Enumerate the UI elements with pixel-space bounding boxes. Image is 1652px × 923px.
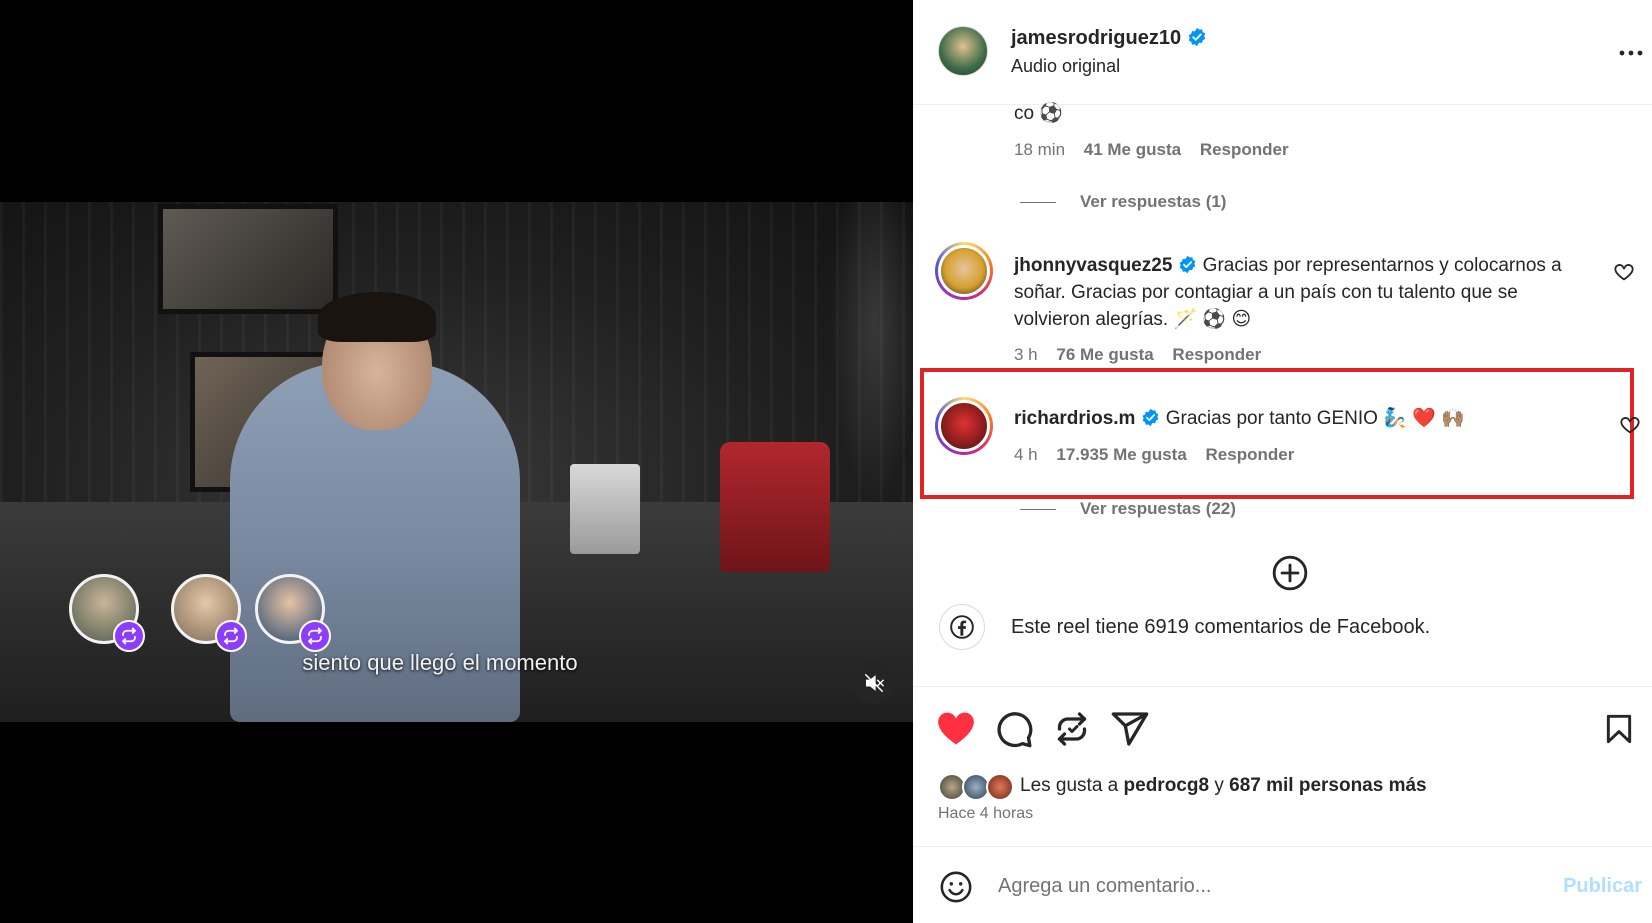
comment-text: Gracias por representarnos y colocarnos … <box>1202 255 1562 276</box>
verified-badge-icon <box>1143 408 1159 427</box>
reposter-avatar[interactable] <box>69 574 145 652</box>
wall-artwork <box>830 202 913 502</box>
video-subtitle: siento que llegó el momento <box>302 650 578 675</box>
lamp <box>570 464 640 554</box>
comment-meta: 18 min 41 Me gusta Responder <box>1014 140 1289 160</box>
post-actions: Les gusta a pedrocg8 y 687 mil personas … <box>913 686 1652 866</box>
comment-bubble-icon[interactable] <box>994 709 1034 749</box>
likes-summary: Les gusta a pedrocg8 y 687 mil personas … <box>1020 775 1427 797</box>
reply-button[interactable]: Responder <box>1200 140 1289 159</box>
comment-body: richardrios.m Gracias por tanto GENIO 🧞 … <box>1014 406 1465 430</box>
reposter-avatar[interactable] <box>255 574 331 652</box>
repost-icon[interactable] <box>1052 709 1092 749</box>
more-horizontal-icon <box>1619 50 1643 56</box>
replies-divider <box>1020 202 1056 203</box>
comment-meta: 3 h 76 Me gusta Responder <box>1014 345 1261 365</box>
comment-body: jhonnyvasquez25 Gracias por representarn… <box>1014 252 1604 333</box>
avatar <box>986 773 1014 801</box>
more-options-button[interactable] <box>1616 38 1646 68</box>
repost-badge <box>113 620 145 652</box>
facebook-icon <box>950 615 974 639</box>
comment-time[interactable]: 18 min <box>1014 140 1065 159</box>
repost-badge <box>215 620 247 652</box>
emoji-smiley-icon[interactable] <box>939 870 973 904</box>
comment-text: soñar. Gracias por contagiar a un país c… <box>1014 282 1518 303</box>
verified-badge-icon <box>1188 27 1206 47</box>
reply-button[interactable]: Responder <box>1172 345 1261 364</box>
facebook-comments-note[interactable]: Este reel tiene 6919 comentarios de Face… <box>1011 616 1430 639</box>
facebook-icon-wrapper <box>939 604 985 650</box>
save-bookmark-icon[interactable] <box>1603 709 1635 749</box>
mute-button[interactable] <box>853 662 895 704</box>
load-more-comments-plus-icon[interactable] <box>1271 554 1309 592</box>
comment-composer: Publicar <box>913 846 1652 923</box>
comment-text: volvieron alegrías. 🪄 ⚽ 😊 <box>1014 309 1252 330</box>
publish-button[interactable]: Publicar <box>1563 875 1642 898</box>
comment-likes[interactable]: 41 Me gusta <box>1084 140 1181 159</box>
wall-photo <box>158 204 338 314</box>
likes-prefix: Les gusta a <box>1020 775 1119 796</box>
commenter-username[interactable]: jhonnyvasquez25 <box>1014 255 1172 276</box>
like-comment-heart-icon[interactable] <box>1619 414 1641 436</box>
comment-likes[interactable]: 17.935 Me gusta <box>1056 445 1186 464</box>
audio-label[interactable]: Audio original <box>1011 56 1120 77</box>
likes-and: y <box>1214 775 1224 796</box>
commenter-avatar[interactable] <box>935 397 993 455</box>
commenter-username[interactable]: richardrios.m <box>1014 408 1135 429</box>
like-comment-heart-icon[interactable] <box>1613 261 1635 283</box>
comment-time[interactable]: 3 h <box>1014 345 1038 364</box>
likes-count[interactable]: 687 mil personas más <box>1229 775 1427 796</box>
repost-icon <box>308 627 322 645</box>
author-avatar[interactable] <box>938 26 988 76</box>
comment-likes[interactable]: 76 Me gusta <box>1056 345 1153 364</box>
comment-meta: 4 h 17.935 Me gusta Responder <box>1014 445 1294 465</box>
red-chair <box>720 442 830 572</box>
repost-icon <box>122 627 136 645</box>
author-username-row: jamesrodriguez10 <box>1011 27 1207 50</box>
view-replies-button[interactable]: Ver respuestas (22) <box>1080 499 1236 519</box>
liker-username[interactable]: pedrocg8 <box>1124 775 1210 796</box>
comment-text: Gracias por tanto GENIO 🧞 ❤️ 🙌🏽 <box>1165 408 1465 429</box>
comment-time[interactable]: 4 h <box>1014 445 1038 464</box>
like-heart-icon[interactable] <box>936 709 976 749</box>
reply-button[interactable]: Responder <box>1206 445 1295 464</box>
view-replies-button[interactable]: Ver respuestas (1) <box>1080 192 1226 212</box>
share-send-icon[interactable] <box>1110 709 1150 749</box>
replies-divider <box>1020 509 1056 510</box>
person-hair <box>318 292 436 342</box>
video-panel[interactable]: siento que llegó el momento <box>0 0 913 923</box>
reposter-avatar[interactable] <box>171 574 247 652</box>
author-username[interactable]: jamesrodriguez10 <box>1011 27 1181 49</box>
post-header: jamesrodriguez10 Audio original <box>913 0 1652 105</box>
comment-text-tail: co ⚽ <box>1014 103 1064 124</box>
highlight-box <box>920 368 1634 499</box>
post-time[interactable]: Hace 4 horas <box>938 805 1033 823</box>
post-side-panel: jamesrodriguez10 Audio original co ⚽ 18 … <box>913 0 1652 923</box>
commenter-avatar[interactable] <box>935 242 993 300</box>
speaker-muted-icon <box>865 674 884 692</box>
comment-input[interactable] <box>998 865 1518 907</box>
repost-badge <box>299 620 331 652</box>
likers-avatars[interactable] <box>938 773 1016 801</box>
verified-badge-icon <box>1180 255 1196 274</box>
repost-icon <box>224 627 238 645</box>
